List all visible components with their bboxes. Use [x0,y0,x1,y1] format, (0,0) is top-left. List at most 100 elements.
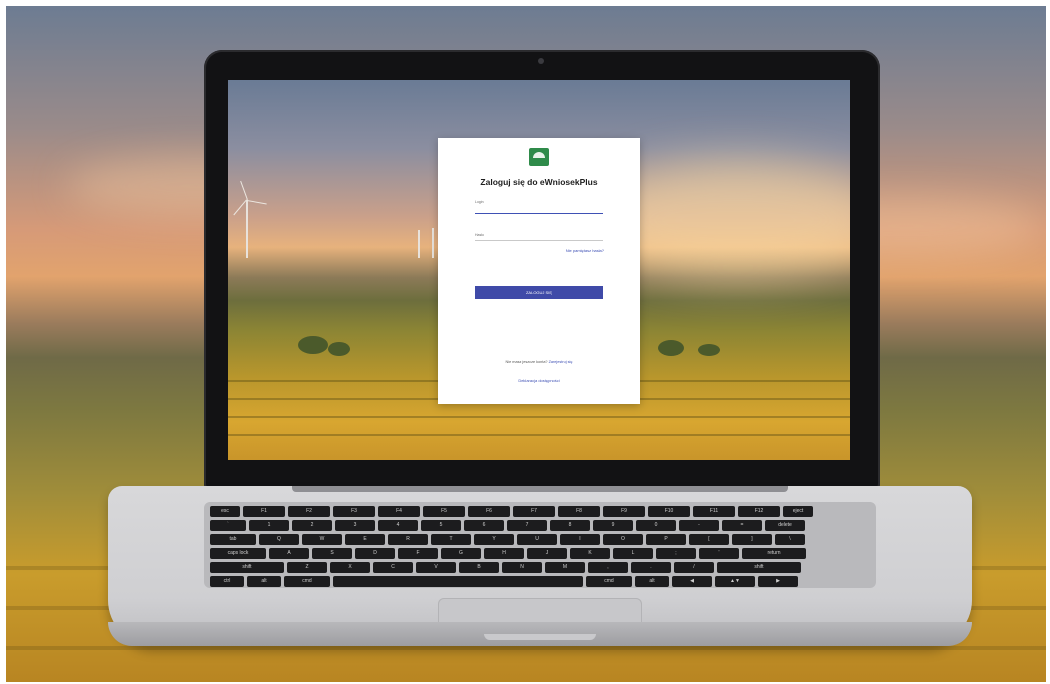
key: 0 [636,520,676,531]
key: N [502,562,542,573]
login-title: Zaloguj się do eWniosekPlus [480,177,598,187]
key: F11 [693,506,735,517]
opening-notch [484,634,596,640]
key: W [302,534,342,545]
key: X [330,562,370,573]
key: caps lock [210,548,266,559]
key: cmd [284,576,330,587]
spacebar [333,576,583,587]
key: S [312,548,352,559]
field-row [228,434,850,436]
key: 5 [421,520,461,531]
key: 8 [550,520,590,531]
key: return [742,548,806,559]
key: 9 [593,520,633,531]
register-link[interactable]: Zarejestruj się [549,360,573,364]
wind-turbine [418,230,420,258]
key: D [355,548,395,559]
key: ▶ [758,576,798,587]
key: H [484,548,524,559]
key: F6 [468,506,510,517]
key: . [631,562,671,573]
key: alt [247,576,281,587]
keyboard-row-5: shift Z X C V B N M , . / shift [210,562,801,573]
key: M [545,562,585,573]
key: J [527,548,567,559]
key: P [646,534,686,545]
register-prompt: Nie masz jeszcze konta? [505,360,548,364]
key: F3 [333,506,375,517]
key: ` [210,520,246,531]
keyboard-row-3: tab Q W E R T Y U I O P [ ] \ [210,534,805,545]
tree [328,342,350,356]
key: ' [699,548,739,559]
key: V [416,562,456,573]
key: U [517,534,557,545]
key: ] [732,534,772,545]
login-field-label: Login [475,200,484,204]
ewniosek-logo-icon [529,148,549,166]
key: Y [474,534,514,545]
key: 2 [292,520,332,531]
key: F9 [603,506,645,517]
hinge [292,486,788,492]
key: F12 [738,506,780,517]
wind-turbine [233,180,267,258]
key: = [722,520,762,531]
key: / [674,562,714,573]
webcam [538,58,544,64]
key: F5 [423,506,465,517]
key: 7 [507,520,547,531]
key: L [613,548,653,559]
key: E [345,534,385,545]
keyboard-row-1: esc F1 F2 F3 F4 F5 F6 F7 F8 F9 F10 F11 F… [210,506,813,517]
key: I [560,534,600,545]
key: ; [656,548,696,559]
key: F1 [243,506,285,517]
laptop-base: esc F1 F2 F3 F4 F5 F6 F7 F8 F9 F10 F11 F… [108,486,972,646]
key: F10 [648,506,690,517]
password-input[interactable] [475,240,603,241]
key: 1 [249,520,289,531]
key: - [679,520,719,531]
key: 3 [335,520,375,531]
key: tab [210,534,256,545]
key: F8 [558,506,600,517]
logo-mark [533,152,545,158]
key: T [431,534,471,545]
key: ▲▼ [715,576,755,587]
login-button[interactable]: ZALOGUJ SIĘ [475,286,603,299]
login-card: Zaloguj się do eWniosekPlus Login Hasło … [438,138,640,404]
tree [698,344,720,356]
forgot-password-link[interactable]: Nie pamiętasz hasła? [566,248,604,253]
key: shift [717,562,801,573]
field-row [6,646,1046,650]
key: esc [210,506,240,517]
key: ctrl [210,576,244,587]
login-input[interactable] [475,213,603,214]
key: F7 [513,506,555,517]
accessibility-link[interactable]: Deklaracja dostępności [438,378,640,383]
key: 4 [378,520,418,531]
keyboard-row-6: ctrl alt cmd cmd alt ◀ ▲▼ ▶ [210,576,798,587]
key: O [603,534,643,545]
key: R [388,534,428,545]
register-prompt-row: Nie masz jeszcze konta? Zarejestruj się [438,360,640,364]
key: Z [287,562,327,573]
key: ◀ [672,576,712,587]
key: Q [259,534,299,545]
wind-turbine [432,228,434,258]
field-row [228,416,850,418]
key: A [269,548,309,559]
key: alt [635,576,669,587]
keyboard: esc F1 F2 F3 F4 F5 F6 F7 F8 F9 F10 F11 F… [204,502,876,588]
keyboard-row-2: ` 1 2 3 4 5 6 7 8 9 0 - = delete [210,520,805,531]
key: C [373,562,413,573]
key: cmd [586,576,632,587]
keyboard-row-4: caps lock A S D F G H J K L ; ' return [210,548,806,559]
password-field-label: Hasło [475,233,484,237]
key: 6 [464,520,504,531]
tree [658,340,684,356]
key: F4 [378,506,420,517]
key: F2 [288,506,330,517]
